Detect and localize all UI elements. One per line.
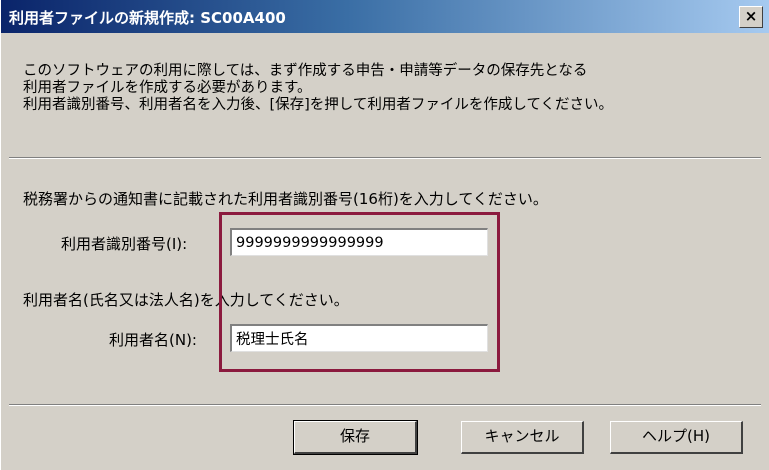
new-user-file-dialog: 利用者ファイルの新規作成: SC00A400 × このソフトウェアの利用に際して… bbox=[0, 0, 769, 470]
separator-top bbox=[9, 157, 761, 159]
cancel-button[interactable]: キャンセル bbox=[461, 421, 584, 454]
close-button[interactable]: × bbox=[739, 6, 763, 28]
window-title: 利用者ファイルの新規作成: SC00A400 bbox=[9, 9, 286, 27]
title-bar[interactable]: 利用者ファイルの新規作成: SC00A400 × bbox=[1, 0, 769, 33]
separator-bottom bbox=[9, 404, 761, 406]
user-name-label: 利用者名(N): bbox=[109, 331, 197, 349]
intro-text: このソフトウェアの利用に際しては、まず作成する申告・申請等データの保存先となる … bbox=[23, 63, 758, 114]
user-name-instruction: 利用者名(氏名又は法人名)を入力してください。 bbox=[23, 291, 349, 309]
intro-line-2: 利用者ファイルを作成する必要があります。 bbox=[23, 80, 312, 96]
help-button[interactable]: ヘルプ(H) bbox=[610, 421, 743, 454]
user-name-input[interactable] bbox=[230, 324, 488, 352]
user-id-label: 利用者識別番号(I): bbox=[61, 235, 188, 253]
user-id-input[interactable] bbox=[230, 228, 488, 256]
user-id-instruction: 税務署からの通知書に記載された利用者識別番号(16桁)を入力してください。 bbox=[23, 190, 548, 208]
close-icon: × bbox=[744, 7, 758, 25]
save-button[interactable]: 保存 bbox=[293, 420, 418, 455]
intro-line-3: 利用者識別番号、利用者名を入力後、[保存]を押して利用者ファイルを作成してくださ… bbox=[23, 97, 614, 113]
intro-line-1: このソフトウェアの利用に際しては、まず作成する申告・申請等データの保存先となる bbox=[23, 63, 588, 79]
